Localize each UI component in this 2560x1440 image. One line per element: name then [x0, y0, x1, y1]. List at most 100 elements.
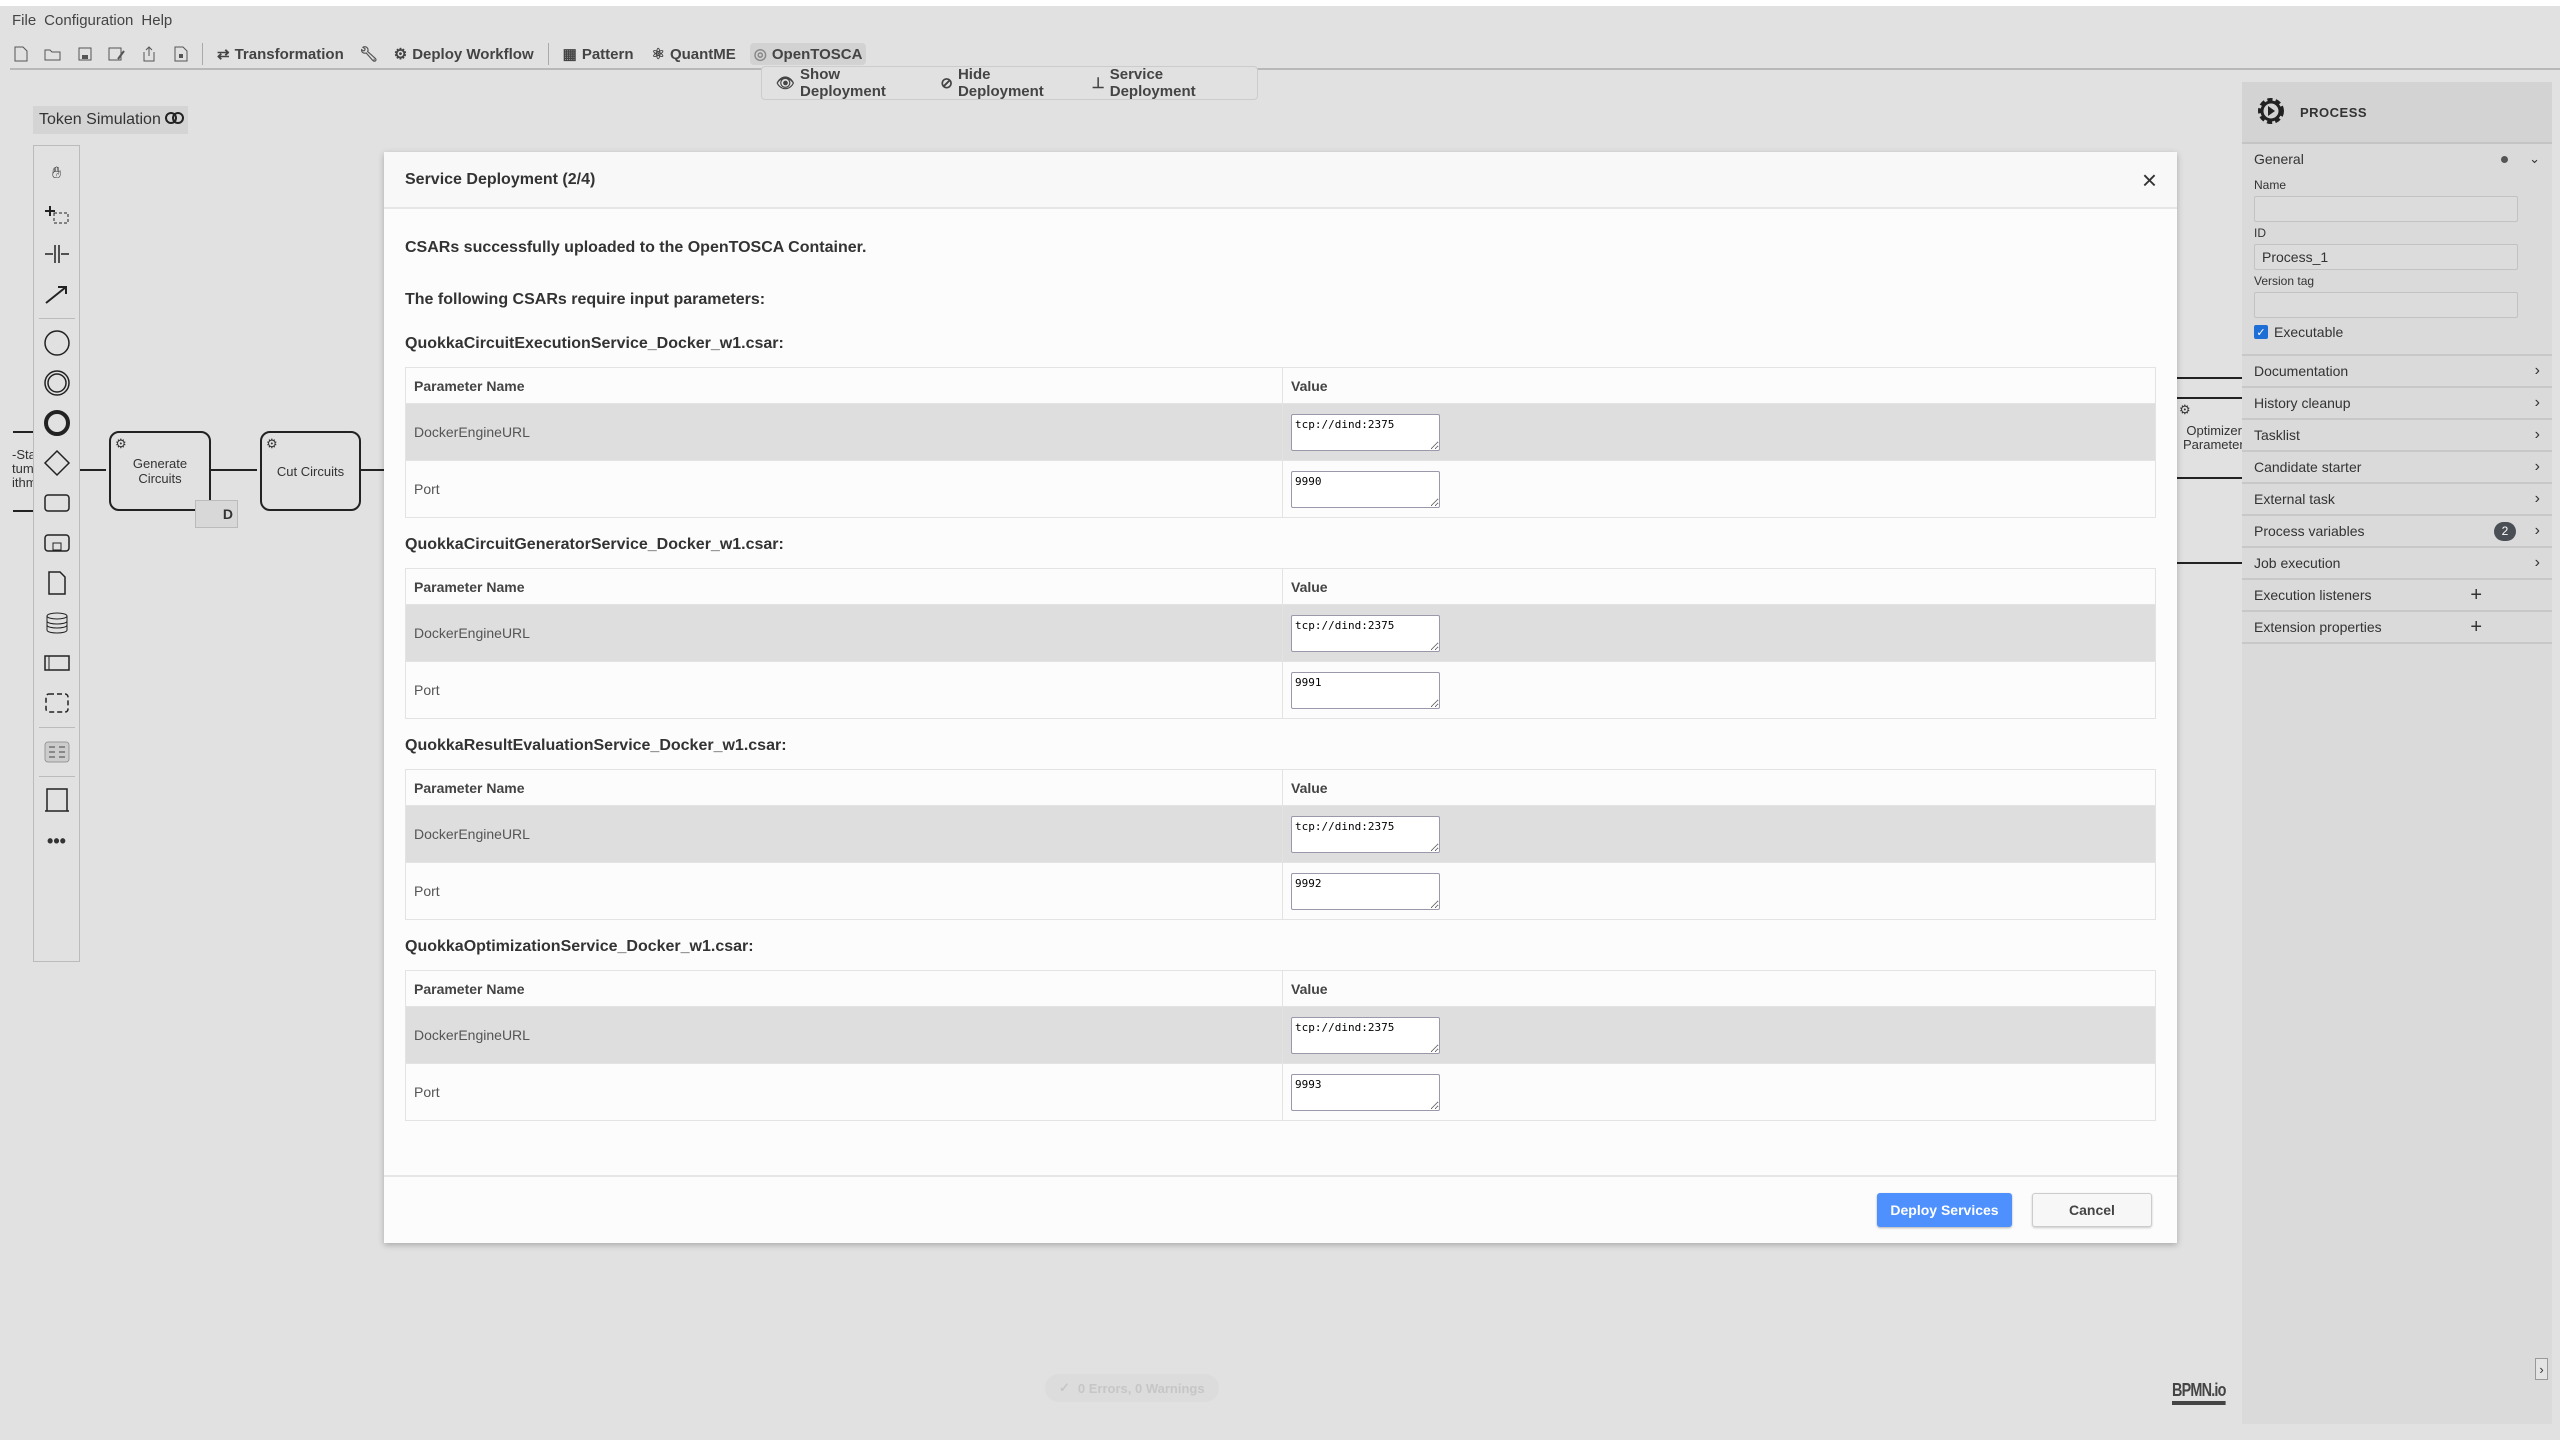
parameter-name: Port: [405, 661, 1283, 719]
task-fragment-label: -Sta tum ithm: [12, 448, 33, 490]
panel-groups: Documentation › History cleanup › Tasklist…: [2242, 354, 2552, 642]
parameter-value-input[interactable]: tcp://dind:2375: [1291, 413, 1440, 451]
table-header-row: Parameter Name Value: [405, 367, 2156, 404]
opentosca-label: OpenTOSCA: [771, 45, 863, 63]
start-event-icon[interactable]: [39, 323, 75, 363]
lasso-tool-icon[interactable]: [39, 194, 75, 234]
pattern-palette-icon[interactable]: [39, 732, 75, 772]
more-tools-icon[interactable]: •••: [39, 821, 75, 861]
group-tasklist[interactable]: Tasklist ›: [2242, 418, 2552, 450]
data-store-icon[interactable]: [39, 603, 75, 643]
export-file-icon[interactable]: [170, 43, 192, 65]
deployment-marker-label: D: [222, 506, 233, 522]
export-icon[interactable]: [138, 43, 160, 65]
table-row: Port 9992: [405, 862, 2156, 920]
text-annotation-icon[interactable]: [39, 781, 75, 821]
close-icon[interactable]: ×: [2142, 167, 2157, 193]
group-label: Process variables: [2254, 523, 2365, 539]
pattern-button[interactable]: ▦ Pattern: [559, 43, 638, 65]
panel-divider: [2242, 642, 2552, 644]
group-candidate-starter[interactable]: Candidate starter ›: [2242, 450, 2552, 482]
task-cut-circuits[interactable]: ⚙ Cut Circuits: [260, 431, 361, 511]
group-label: Extension properties: [2254, 619, 2382, 635]
menu-help[interactable]: Help: [141, 12, 172, 29]
opentosca-icon: ◎: [753, 46, 767, 63]
save-as-icon[interactable]: [106, 43, 128, 65]
hide-deployment-button[interactable]: ⊘ Hide Deployment: [936, 64, 1075, 102]
chevron-right-icon: ›: [2534, 458, 2540, 475]
deploy-workflow-button[interactable]: ⚙ Deploy Workflow: [390, 43, 538, 65]
parameter-value-input[interactable]: 9993: [1291, 1073, 1440, 1111]
show-deployment-button[interactable]: 👁︎ Show Deployment: [772, 64, 924, 102]
lint-status[interactable]: ✓ 0 Errors, 0 Warnings: [1045, 1374, 1219, 1402]
toolbar-divider: [547, 43, 549, 65]
open-folder-icon[interactable]: [42, 43, 64, 65]
parameter-value-input[interactable]: 9992: [1291, 872, 1440, 910]
group-job-execution[interactable]: Job execution ›: [2242, 546, 2552, 578]
group-execution-listeners[interactable]: Execution listeners +: [2242, 578, 2552, 610]
transformation-button[interactable]: ⇄ Transformation: [213, 43, 348, 65]
menu-file[interactable]: File: [12, 12, 36, 29]
column-header-value: Value: [1282, 970, 2156, 1007]
quantme-button[interactable]: ⚛ QuantME: [648, 43, 740, 65]
cancel-button[interactable]: Cancel: [2032, 1193, 2152, 1227]
deployment-model-marker[interactable]: D: [195, 500, 238, 528]
group-icon[interactable]: [39, 683, 75, 723]
opentosca-button[interactable]: ◎ OpenTOSCA: [749, 43, 867, 65]
connect-tool-icon[interactable]: [39, 274, 75, 314]
wrench-icon[interactable]: 🔧︎: [358, 43, 380, 65]
panel-header: PROCESS: [2242, 82, 2552, 144]
fragment-line: Optimizer: [2186, 424, 2242, 438]
bpmn-io-logo[interactable]: BPMN.io: [2172, 1380, 2226, 1405]
pool-icon[interactable]: [39, 643, 75, 683]
panel-collapse-chevron-icon[interactable]: ›: [2535, 1358, 2548, 1380]
menu-configuration[interactable]: Configuration: [44, 12, 133, 29]
parameter-name: DockerEngineURL: [405, 604, 1283, 662]
fragment-line: -Sta: [12, 448, 33, 462]
group-general-header[interactable]: General ⌄: [2242, 144, 2552, 174]
executable-checkbox[interactable]: ✓: [2254, 325, 2268, 339]
version-tag-input[interactable]: [2254, 292, 2518, 318]
hand-tool-icon[interactable]: ✋︎: [39, 154, 75, 194]
parameter-value-input[interactable]: tcp://dind:2375: [1291, 614, 1440, 652]
parameter-value-input[interactable]: 9991: [1291, 671, 1440, 709]
space-tool-icon[interactable]: [39, 234, 75, 274]
new-file-icon[interactable]: [10, 43, 32, 65]
token-simulation-toggle[interactable]: Token Simulation: [33, 106, 188, 134]
parameter-value-input[interactable]: 9990: [1291, 470, 1440, 508]
name-input[interactable]: [2254, 196, 2518, 222]
subprocess-icon[interactable]: [39, 523, 75, 563]
name-label: Name: [2254, 178, 2287, 192]
end-event-icon[interactable]: [39, 403, 75, 443]
executable-checkbox-row[interactable]: ✓ Executable: [2254, 324, 2540, 340]
group-extension-properties[interactable]: Extension properties +: [2242, 610, 2552, 642]
parameter-name: DockerEngineURL: [405, 1006, 1283, 1064]
intermediate-event-icon[interactable]: [39, 363, 75, 403]
gateway-icon[interactable]: [39, 443, 75, 483]
add-icon[interactable]: +: [2470, 616, 2482, 639]
group-process-variables[interactable]: Process variables 2 ›: [2242, 514, 2552, 546]
group-history-cleanup[interactable]: History cleanup ›: [2242, 386, 2552, 418]
parameter-value-input[interactable]: tcp://dind:2375: [1291, 815, 1440, 853]
parameter-value-cell: 9993: [1282, 1063, 2156, 1121]
group-external-task[interactable]: External task ›: [2242, 482, 2552, 514]
group-documentation[interactable]: Documentation ›: [2242, 354, 2552, 386]
parameter-value-cell: 9992: [1282, 862, 2156, 920]
id-input[interactable]: Process_1: [2254, 244, 2518, 270]
check-icon: ✓: [1059, 1380, 1070, 1395]
upload-success-message: CSARs successfully uploaded to the OpenT…: [405, 239, 867, 256]
parameter-name: DockerEngineURL: [405, 403, 1283, 461]
task-generate-circuits[interactable]: ⚙ Generate Circuits: [109, 431, 211, 511]
parameter-value-cell: tcp://dind:2375: [1282, 1006, 2156, 1064]
service-deployment-button[interactable]: ⊥ Service Deployment: [1088, 64, 1247, 102]
parameter-value-input[interactable]: tcp://dind:2375: [1291, 1016, 1440, 1054]
deploy-services-button[interactable]: Deploy Services: [1877, 1193, 2012, 1227]
save-icon[interactable]: [74, 43, 96, 65]
toolbar: ⇄ Transformation 🔧︎ ⚙ Deploy Workflow ▦ Pat…: [10, 40, 867, 68]
sequence-flow: [361, 469, 384, 471]
chevron-right-icon: ›: [2534, 426, 2540, 443]
task-icon[interactable]: [39, 483, 75, 523]
column-header-value: Value: [1282, 769, 2156, 806]
data-object-icon[interactable]: [39, 563, 75, 603]
add-icon[interactable]: +: [2470, 584, 2482, 607]
